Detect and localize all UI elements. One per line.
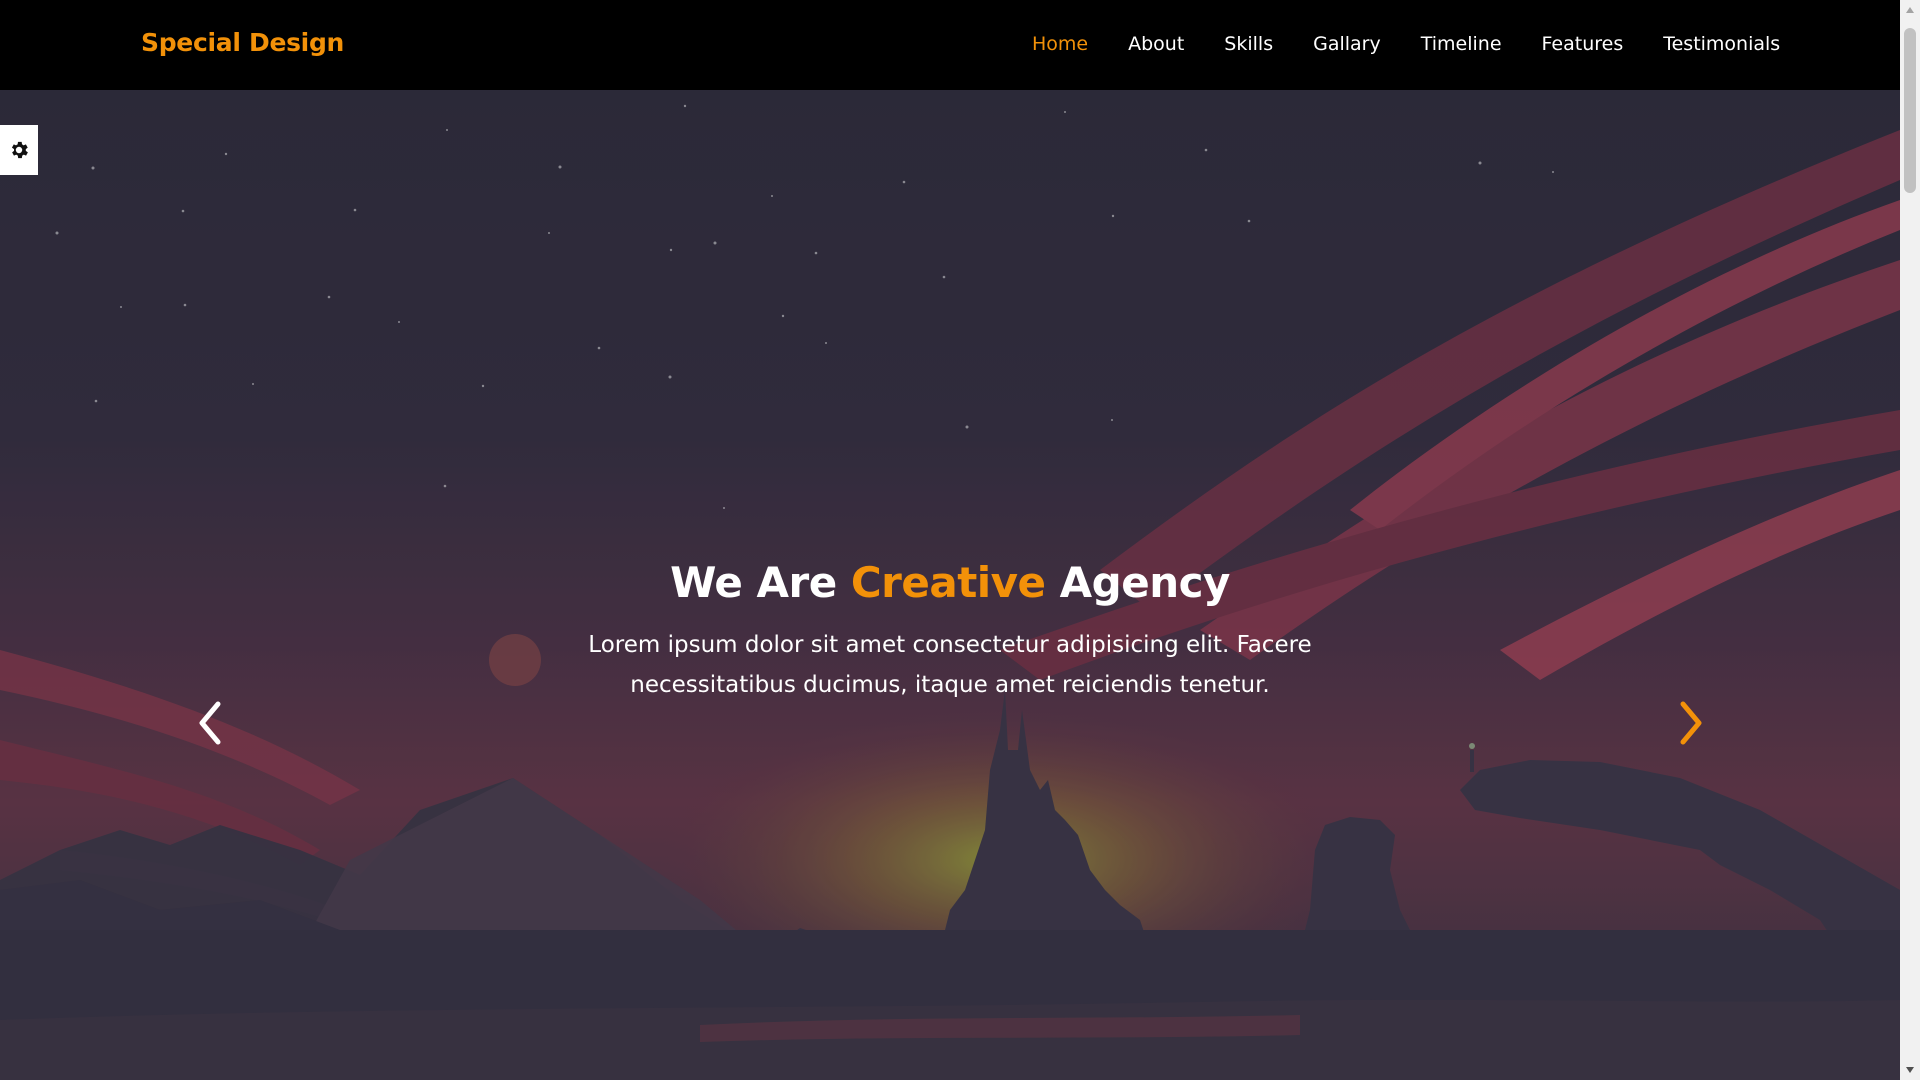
nav-link-features[interactable]: Features [1542,33,1624,55]
chevron-left-icon [199,701,221,745]
nav-link-testimonials[interactable]: Testimonials [1663,33,1780,55]
hero-slider: We Are Creative Agency Lorem ipsum dolor… [0,90,1900,1080]
settings-toggle-button[interactable] [0,125,38,175]
scroll-up-button[interactable] [1900,0,1920,20]
chevron-right-icon [1680,701,1702,745]
hero-description: Lorem ipsum dolor sit amet consectetur a… [588,632,1312,698]
slider-next-button[interactable] [1674,698,1708,748]
main-nav: Home About Skills Gallary Timeline Featu… [1032,33,1780,55]
page: Special Design Home About Skills Gallary… [0,0,1900,1080]
hero-content: We Are Creative Agency Lorem ipsum dolor… [0,90,1900,1080]
scrollbar-thumb[interactable] [1904,28,1916,193]
site-logo[interactable]: Special Design [141,28,344,57]
hero-title-highlight: Creative [850,558,1046,607]
hero-title-before: We Are [670,558,851,607]
nav-link-gallary[interactable]: Gallary [1313,33,1381,55]
slider-prev-button[interactable] [193,698,227,748]
nav-link-skills[interactable]: Skills [1224,33,1273,55]
triangle-down-icon [1906,1067,1914,1073]
hero-title-after: Agency [1045,558,1231,607]
nav-link-home[interactable]: Home [1032,33,1088,55]
scroll-down-button[interactable] [1900,1060,1920,1080]
nav-link-timeline[interactable]: Timeline [1421,33,1502,55]
site-header: Special Design Home About Skills Gallary… [0,0,1900,90]
page-scrollbar[interactable] [1900,0,1920,1080]
nav-link-about[interactable]: About [1128,33,1184,55]
triangle-up-icon [1906,7,1914,13]
gear-icon [11,141,28,159]
hero-title: We Are Creative Agency [0,558,1900,607]
